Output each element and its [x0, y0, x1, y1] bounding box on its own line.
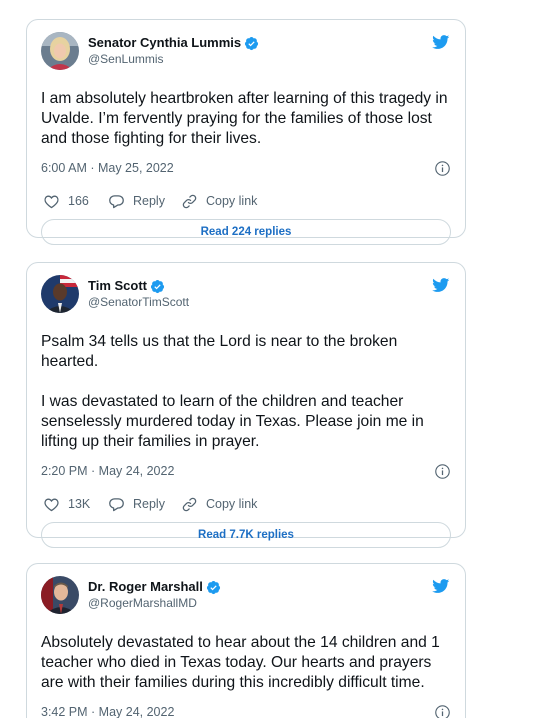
heart-icon — [44, 498, 59, 511]
author-handle[interactable]: @SenatorTimScott — [88, 294, 189, 310]
info-icon[interactable] — [434, 160, 451, 177]
read-replies-button[interactable]: Read 224 replies — [41, 219, 451, 245]
reply-bubble-icon — [109, 194, 124, 208]
tweet-paragraph: Psalm 34 tells us that the Lord is near … — [41, 333, 398, 370]
heart-icon — [44, 195, 59, 208]
like-button[interactable]: 166 — [41, 193, 108, 210]
tweet-text: Absolutely devastated to hear about the … — [41, 633, 451, 693]
twitter-bird-icon[interactable] — [430, 33, 451, 51]
verified-badge-icon — [150, 279, 165, 293]
author-name[interactable]: Tim Scott — [88, 278, 147, 294]
tweet-paragraph: I was devastated to learn of the childre… — [41, 393, 424, 450]
reply-button[interactable]: Reply — [108, 496, 181, 513]
info-icon[interactable] — [434, 704, 451, 718]
copy-link-button[interactable]: Copy link — [181, 193, 257, 210]
author-info: Tim Scott @SenatorTimScott — [88, 275, 189, 310]
reply-bubble-icon — [109, 497, 124, 511]
tweet-actions: 13K Reply Copy link — [41, 495, 451, 513]
copy-link-button[interactable]: Copy link — [181, 496, 257, 513]
avatar[interactable] — [41, 275, 79, 313]
tweet-header: Tim Scott @SenatorTimScott — [41, 275, 451, 315]
link-icon — [182, 497, 197, 511]
tweet-paragraph: I am absolutely heartbroken after learni… — [41, 90, 448, 147]
reply-button[interactable]: Reply — [108, 193, 181, 210]
reply-label: Reply — [133, 194, 165, 208]
tweet-timestamp[interactable]: 2:20 PM · May 24, 2022 — [41, 464, 174, 478]
reply-label: Reply — [133, 497, 165, 511]
tweet-header: Dr. Roger Marshall @RogerMarshallMD — [41, 576, 451, 616]
tweet-card[interactable]: Senator Cynthia Lummis @SenLummis I am a… — [26, 19, 466, 245]
tweet-card[interactable]: Dr. Roger Marshall @RogerMarshallMD Abso… — [26, 563, 466, 718]
tweet-card[interactable]: Tim Scott @SenatorTimScott Psalm 34 tell… — [26, 262, 466, 548]
author-handle[interactable]: @RogerMarshallMD — [88, 595, 221, 611]
like-count: 13K — [68, 497, 91, 511]
read-replies-button[interactable]: Read 7.7K replies — [41, 522, 451, 548]
like-button[interactable]: 13K — [41, 496, 108, 513]
twitter-bird-icon[interactable] — [430, 276, 451, 294]
verified-badge-icon — [206, 580, 220, 594]
tweet-text: I am absolutely heartbroken after learni… — [41, 89, 451, 149]
avatar[interactable] — [41, 576, 79, 614]
copy-link-label: Copy link — [206, 194, 258, 208]
tweet-actions: 166 Reply Copy link — [41, 192, 451, 210]
twitter-bird-icon[interactable] — [430, 577, 451, 595]
tweet-timestamp[interactable]: 3:42 PM · May 24, 2022 — [41, 705, 174, 718]
author-name[interactable]: Senator Cynthia Lummis — [88, 35, 241, 51]
author-info: Dr. Roger Marshall @RogerMarshallMD — [88, 576, 221, 611]
info-icon[interactable] — [434, 463, 451, 480]
tweet-text: Psalm 34 tells us that the Lord is near … — [41, 332, 451, 452]
tweet-paragraph: Absolutely devastated to hear about the … — [41, 634, 440, 691]
author-info: Senator Cynthia Lummis @SenLummis — [88, 32, 259, 67]
verified-badge-icon — [245, 36, 259, 50]
copy-link-label: Copy link — [206, 497, 258, 511]
tweet-timestamp[interactable]: 6:00 AM · May 25, 2022 — [41, 161, 174, 175]
link-icon — [182, 194, 197, 208]
like-count: 166 — [68, 194, 89, 208]
tweet-header: Senator Cynthia Lummis @SenLummis — [41, 32, 451, 72]
author-handle[interactable]: @SenLummis — [88, 51, 259, 67]
avatar[interactable] — [41, 32, 79, 70]
author-name[interactable]: Dr. Roger Marshall — [88, 579, 203, 595]
